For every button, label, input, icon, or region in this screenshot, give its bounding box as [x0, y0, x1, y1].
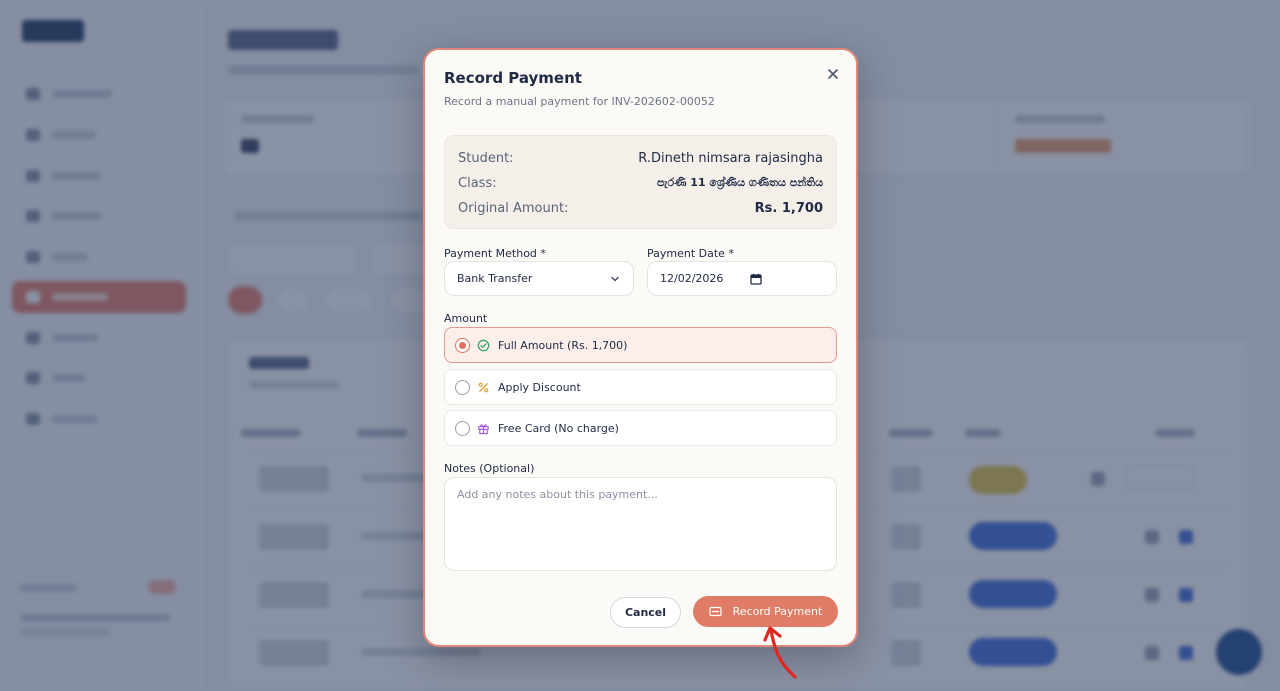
payment-method-value: Bank Transfer [457, 272, 533, 285]
radio-unselected[interactable] [455, 420, 470, 436]
payment-date-input[interactable]: 12/02/2026 [647, 261, 837, 296]
amount-row: Original Amount: Rs. 1,700 [458, 198, 823, 218]
amount-option-free-card[interactable]: Free Card (No charge) [444, 410, 837, 446]
student-label: Student: [458, 150, 514, 166]
payment-date-label: Payment Date * [647, 247, 734, 260]
class-label: Class: [458, 175, 497, 191]
radio-unselected[interactable] [455, 379, 470, 395]
student-row: Student: R.Dineth nimsara rajasingha [458, 148, 823, 168]
cancel-button-label: Cancel [624, 606, 667, 619]
amount-option-label: Apply Discount [498, 380, 581, 394]
amount-option-full[interactable]: Full Amount (Rs. 1,700) [444, 327, 837, 363]
class-row: Class: පැරණි 11 ශ්‍රේණිය ගණිතය පන්තිය [458, 173, 823, 193]
payment-date-value: 12/02/2026 [660, 272, 724, 285]
dialog-title: Record Payment [444, 69, 582, 87]
notes-textarea[interactable]: Add any notes about this payment... [444, 477, 837, 571]
payment-method-label: Payment Method * [444, 247, 546, 260]
invoice-summary: Student: R.Dineth nimsara rajasingha Cla… [444, 135, 837, 229]
payment-card-icon [709, 606, 722, 617]
chevron-down-icon [611, 276, 619, 281]
class-value: පැරණි 11 ශ්‍රේණිය ගණිතය පන්තිය [656, 176, 823, 189]
original-amount-label: Original Amount: [458, 200, 569, 216]
record-payment-button-label: Record Payment [732, 605, 823, 618]
notes-placeholder: Add any notes about this payment... [457, 488, 658, 501]
gift-icon [478, 423, 489, 434]
notes-label: Notes (Optional) [444, 462, 535, 475]
amount-option-discount[interactable]: Apply Discount [444, 369, 837, 405]
radio-selected[interactable] [455, 337, 470, 353]
payment-method-select[interactable]: Bank Transfer [444, 261, 634, 296]
record-payment-dialog: Record Payment Record a manual payment f… [423, 48, 858, 647]
close-icon[interactable] [824, 65, 842, 83]
original-amount-value: Rs. 1,700 [754, 200, 823, 216]
amount-option-label: Free Card (No charge) [498, 421, 619, 435]
amount-option-label: Full Amount (Rs. 1,700) [498, 338, 628, 352]
student-value: R.Dineth nimsara rajasingha [638, 150, 823, 166]
amount-label: Amount [444, 312, 488, 325]
percent-icon [478, 382, 489, 392]
annotation-arrow-icon [763, 626, 797, 679]
calendar-icon[interactable] [750, 273, 762, 285]
dialog-subtitle: Record a manual payment for INV-202602-0… [444, 95, 715, 108]
cancel-button[interactable]: Cancel [610, 597, 681, 628]
check-circle-icon [477, 339, 490, 351]
